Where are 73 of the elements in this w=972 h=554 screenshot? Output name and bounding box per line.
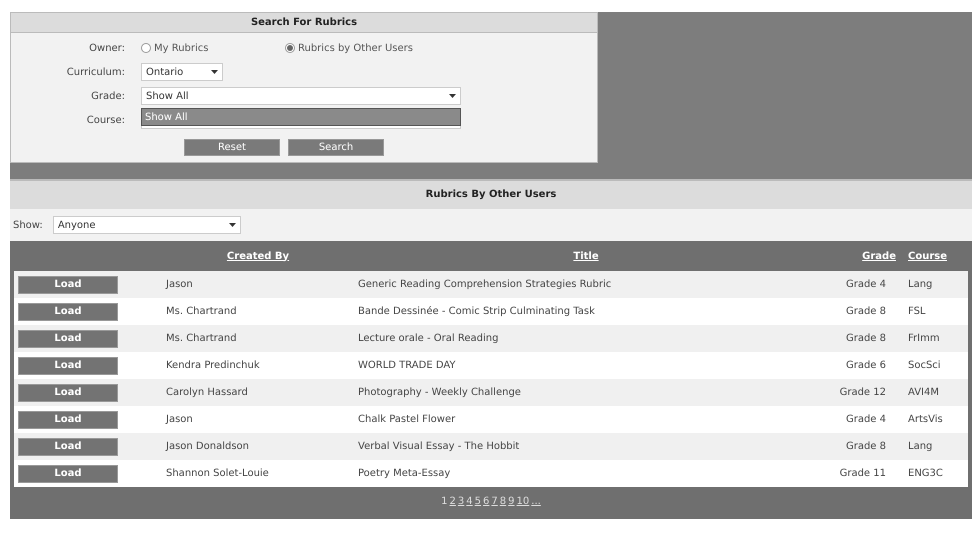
table-cell-text: FrImm	[907, 332, 941, 346]
section-title: Rubrics By Other Users	[10, 179, 972, 209]
page-link[interactable]: 1	[441, 494, 448, 508]
table-cell-text: ArtsVis	[907, 413, 944, 427]
page-link[interactable]: 5	[474, 494, 482, 508]
radio-option[interactable]: Rubrics by Other Users	[285, 40, 413, 56]
page-link[interactable]: ...	[531, 494, 541, 508]
table-cell-text: Bande Dessinée - Comic Strip Culminating Task	[358, 305, 596, 319]
button[interactable]: Reset	[184, 139, 280, 156]
table-cell-text: AVI4M	[907, 386, 940, 400]
caret-icon	[211, 70, 218, 74]
caret-icon	[449, 94, 456, 98]
page-link[interactable]: 6	[483, 494, 490, 508]
table-cell-text: Ms. Chartrand	[165, 332, 238, 346]
load-button[interactable]: Load	[18, 464, 118, 482]
dropdown-option[interactable]: Show All	[141, 108, 461, 126]
table-cell-text: Poetry Meta-Essay	[358, 467, 452, 481]
table-cell-text: Shannon Solet-Louie	[165, 467, 270, 481]
table-cell-text: Grade 12	[838, 386, 887, 400]
load-button[interactable]: Load	[18, 276, 118, 294]
load-button[interactable]: Load	[18, 356, 118, 374]
page-link[interactable]: 3	[458, 494, 464, 508]
field-label: Curriculum:	[66, 66, 126, 80]
page-link[interactable]: 4	[466, 494, 473, 508]
field-label: Owner:	[88, 42, 126, 56]
radio-option[interactable]: My Rubrics	[141, 40, 285, 56]
button[interactable]: Search	[288, 139, 384, 156]
page-link[interactable]: 2	[450, 494, 456, 508]
table-cell-text: Carolyn Hassard	[165, 386, 249, 400]
load-button[interactable]: Load	[18, 410, 118, 428]
table-cell-text: Grade 8	[844, 305, 887, 319]
load-button[interactable]: Load	[18, 438, 118, 456]
table-cell-text: Jason	[164, 413, 194, 427]
load-button[interactable]: Load	[18, 330, 118, 348]
table-cell-text: Grade 4	[844, 413, 887, 427]
load-button[interactable]: Load	[18, 302, 118, 320]
field-label: Show:	[13, 218, 43, 232]
table-cell-text: Lang	[907, 278, 934, 292]
table-cell-text: Ms. Chartrand	[165, 305, 238, 319]
table-cell-text: SocSci	[907, 359, 942, 373]
curriculum-dropdown[interactable]: Ontario	[141, 63, 223, 81]
panel-title: Search For Rubrics	[11, 13, 597, 33]
table-cell-text: Jason Donaldson	[164, 440, 250, 454]
table-cell-text: Jason	[164, 278, 194, 292]
table-cell-text: ENG3C	[907, 467, 944, 481]
field-label: Grade:	[90, 90, 126, 104]
table-cell-text: Chalk Pastel Flower	[358, 413, 456, 427]
table-cell-text: Lang	[907, 440, 934, 454]
column-header[interactable]: Title	[358, 248, 814, 264]
table-cell-text: Verbal Visual Essay - The Hobbit	[358, 440, 520, 454]
column-header[interactable]: Created By	[158, 248, 358, 264]
table-cell-text: FSL	[907, 305, 926, 319]
load-button[interactable]: Load	[18, 384, 118, 402]
table-cell-text: WORLD TRADE DAY	[358, 359, 457, 373]
page-link[interactable]: 8	[500, 494, 506, 508]
caret-icon	[228, 223, 236, 227]
table-cell-text: Grade 8	[844, 440, 887, 454]
show-dropdown[interactable]: Anyone	[52, 216, 241, 234]
table-cell-text: Grade 11	[838, 467, 887, 481]
table-cell-text: Grade 8	[844, 332, 887, 346]
table-cell-text: Kendra Predinchuk	[165, 359, 261, 373]
table-cell-text: Photography - Weekly Challenge	[358, 386, 522, 400]
grade-dropdown[interactable]: Show All	[141, 87, 461, 105]
table-cell-text: Lecture orale - Oral Reading	[358, 332, 500, 346]
field-label: Course:	[86, 114, 126, 128]
table-cell-text: Grade 4	[844, 278, 887, 292]
page-link[interactable]: 7	[491, 494, 498, 508]
column-header[interactable]: Grade	[814, 248, 904, 264]
page-link[interactable]: 10	[516, 494, 530, 508]
table-cell-text: Grade 6	[844, 359, 887, 373]
column-header[interactable]: Course	[904, 248, 968, 264]
table-cell-text: Generic Reading Comprehension Strategies Rubric	[358, 278, 612, 292]
page-link[interactable]: 9	[508, 494, 515, 508]
